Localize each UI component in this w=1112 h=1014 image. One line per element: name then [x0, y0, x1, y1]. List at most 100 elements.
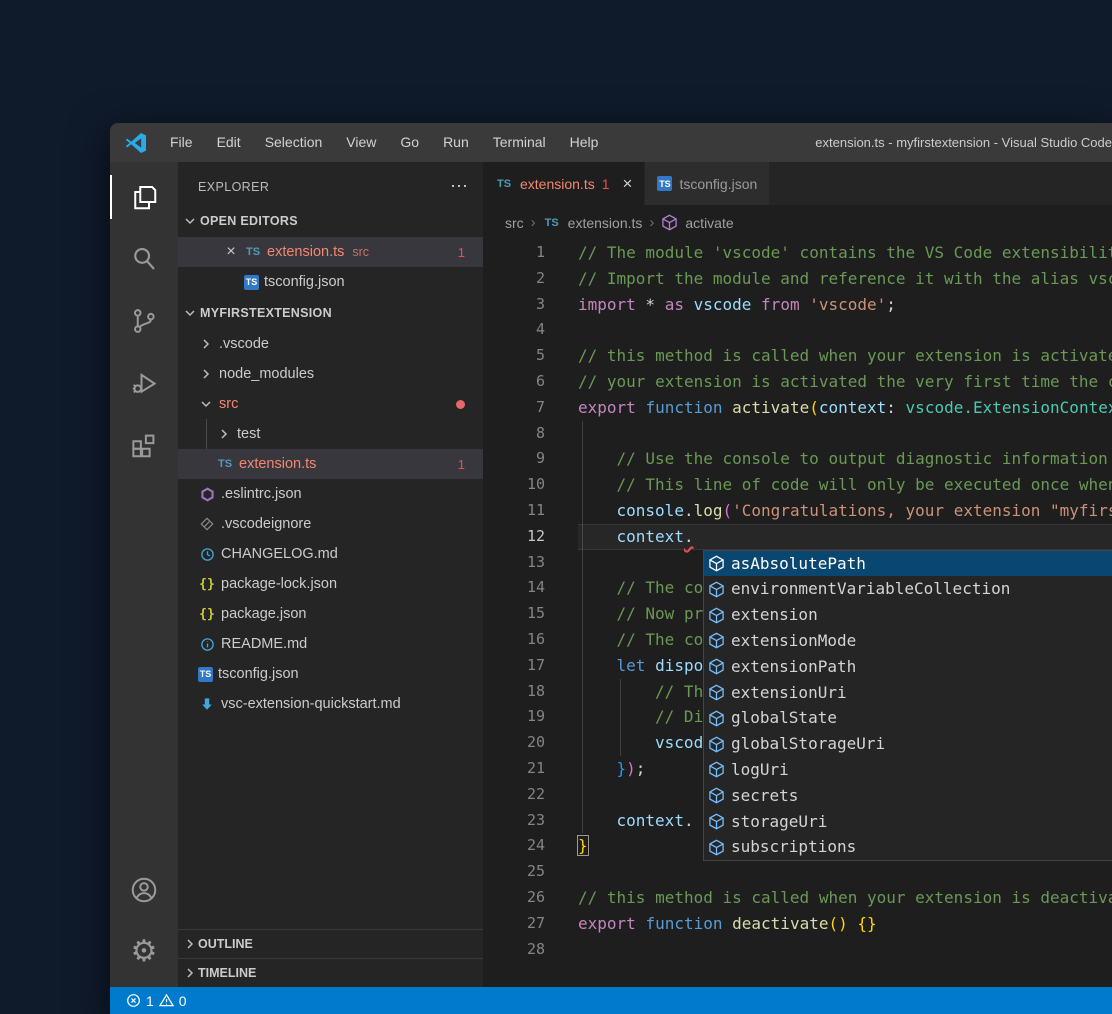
line-number[interactable]: 17: [483, 653, 545, 679]
explorer-more-actions-icon[interactable]: ⋯: [450, 176, 469, 197]
outline-section-header[interactable]: OUTLINE: [178, 929, 483, 958]
line-number[interactable]: 9: [483, 446, 545, 472]
code-line-10[interactable]: // This line of code will only be execut…: [578, 472, 1112, 498]
accounts-icon[interactable]: [110, 863, 178, 917]
menu-view[interactable]: View: [334, 123, 388, 162]
line-number[interactable]: 2: [483, 266, 545, 292]
code-line-8[interactable]: [578, 421, 1112, 447]
breadcrumb-symbol[interactable]: activate: [685, 215, 733, 231]
code-line-26[interactable]: // this method is called when your exten…: [578, 885, 1112, 911]
settings-gear-icon[interactable]: ⚙: [110, 925, 178, 979]
suggest-item-globalState[interactable]: globalState: [704, 705, 1112, 731]
suggest-item-storageUri[interactable]: storageUri: [704, 809, 1112, 835]
menu-help[interactable]: Help: [558, 123, 611, 162]
code-line-2[interactable]: // Import the module and reference it wi…: [578, 266, 1112, 292]
tree-item-vsc-extension-quickstart.md[interactable]: vsc-extension-quickstart.md: [178, 689, 483, 719]
line-number[interactable]: 14: [483, 575, 545, 601]
line-number-gutter[interactable]: 1234567891011121314151617181920212223242…: [483, 240, 578, 962]
line-number[interactable]: 18: [483, 679, 545, 705]
suggest-item-extensionMode[interactable]: extensionMode: [704, 628, 1112, 654]
line-number[interactable]: 12: [483, 524, 545, 550]
code-line-5[interactable]: // this method is called when your exten…: [578, 343, 1112, 369]
line-number[interactable]: 1: [483, 240, 545, 266]
menu-run[interactable]: Run: [431, 123, 481, 162]
menu-terminal[interactable]: Terminal: [481, 123, 558, 162]
close-tab-icon[interactable]: ×: [623, 174, 633, 194]
code-line-9[interactable]: // Use the console to output diagnostic …: [578, 446, 1112, 472]
suggest-item-extensionPath[interactable]: extensionPath: [704, 654, 1112, 680]
line-number[interactable]: 25: [483, 859, 545, 885]
breadcrumb-file[interactable]: extension.ts: [568, 215, 643, 231]
timeline-section-header[interactable]: TIMELINE: [178, 958, 483, 987]
tree-item-.vscode[interactable]: .vscode: [178, 329, 483, 359]
code-line-25[interactable]: [578, 859, 1112, 885]
tab-tsconfig-json[interactable]: TS tsconfig.json: [644, 162, 769, 205]
menu-go[interactable]: Go: [388, 123, 431, 162]
extensions-icon[interactable]: [110, 418, 178, 472]
line-number[interactable]: 11: [483, 498, 545, 524]
explorer-icon[interactable]: [110, 170, 178, 224]
tree-item-CHANGELOG.md[interactable]: CHANGELOG.md: [178, 539, 483, 569]
tree-item-.eslintrc.json[interactable]: .eslintrc.json: [178, 479, 483, 509]
line-number[interactable]: 20: [483, 730, 545, 756]
line-number[interactable]: 21: [483, 756, 545, 782]
line-number[interactable]: 22: [483, 782, 545, 808]
suggest-item-extension[interactable]: extension: [704, 602, 1112, 628]
line-number[interactable]: 28: [483, 937, 545, 963]
run-and-debug-icon[interactable]: [110, 356, 178, 410]
code-line-6[interactable]: // your extension is activated the very …: [578, 369, 1112, 395]
code-line-12[interactable]: context.: [578, 524, 1112, 550]
breadcrumb-src[interactable]: src: [505, 215, 524, 231]
line-number[interactable]: 7: [483, 395, 545, 421]
source-control-icon[interactable]: [110, 294, 178, 348]
tree-item-node_modules[interactable]: node_modules: [178, 359, 483, 389]
menu-file[interactable]: File: [158, 123, 205, 162]
suggest-item-logUri[interactable]: logUri: [704, 757, 1112, 783]
line-number[interactable]: 19: [483, 704, 545, 730]
line-number[interactable]: 10: [483, 472, 545, 498]
line-number[interactable]: 13: [483, 550, 545, 576]
code-line-7[interactable]: export function activate(context: vscode…: [578, 395, 1112, 421]
line-number[interactable]: 15: [483, 601, 545, 627]
suggest-item-environmentVariableCollection[interactable]: environmentVariableCollection: [704, 576, 1112, 602]
search-icon[interactable]: [110, 232, 178, 286]
tree-item-src[interactable]: src: [178, 389, 483, 419]
suggest-item-asAbsolutePath[interactable]: asAbsolutePath: [704, 551, 1112, 577]
code-line-11[interactable]: console.log('Congratulations, your exten…: [578, 498, 1112, 524]
line-number[interactable]: 3: [483, 292, 545, 318]
open-editor-tsconfig.json[interactable]: TStsconfig.json: [178, 267, 483, 297]
close-editor-icon[interactable]: ×: [222, 243, 240, 261]
open-editors-header[interactable]: OPEN EDITORS: [178, 205, 483, 237]
tree-item-package-lock.json[interactable]: {}package-lock.json: [178, 569, 483, 599]
line-number[interactable]: 16: [483, 627, 545, 653]
code-line-3[interactable]: import * as vscode from 'vscode';: [578, 292, 1112, 318]
line-number[interactable]: 8: [483, 421, 545, 447]
line-number[interactable]: 6: [483, 369, 545, 395]
code-line-28[interactable]: [578, 937, 1112, 963]
tree-item-test[interactable]: test: [178, 419, 483, 449]
open-editor-extension.ts[interactable]: ×TSextension.tssrc1: [178, 237, 483, 267]
code-editor[interactable]: 1234567891011121314151617181920212223242…: [483, 240, 1112, 987]
suggest-item-secrets[interactable]: secrets: [704, 783, 1112, 809]
suggest-item-subscriptions[interactable]: subscriptions: [704, 834, 1112, 860]
code-line-4[interactable]: [578, 317, 1112, 343]
tree-item-package.json[interactable]: {}package.json: [178, 599, 483, 629]
line-number[interactable]: 24: [483, 833, 545, 859]
line-number[interactable]: 5: [483, 343, 545, 369]
tree-item-extension.ts[interactable]: TSextension.ts1: [178, 449, 483, 479]
problems-indicator[interactable]: 1 0: [122, 993, 191, 1009]
menu-selection[interactable]: Selection: [253, 123, 335, 162]
code-line-1[interactable]: // The module 'vscode' contains the VS C…: [578, 240, 1112, 266]
project-root-header[interactable]: MYFIRSTEXTENSION: [178, 297, 483, 329]
tab-extension-ts[interactable]: TS extension.ts 1 ×: [483, 162, 644, 205]
menu-edit[interactable]: Edit: [205, 123, 253, 162]
tree-item-README.md[interactable]: README.md: [178, 629, 483, 659]
tree-item-tsconfig.json[interactable]: TStsconfig.json: [178, 659, 483, 689]
line-number[interactable]: 4: [483, 317, 545, 343]
suggest-item-globalStorageUri[interactable]: globalStorageUri: [704, 731, 1112, 757]
suggest-item-extensionUri[interactable]: extensionUri: [704, 680, 1112, 706]
line-number[interactable]: 27: [483, 911, 545, 937]
tree-item-.vscodeignore[interactable]: .vscodeignore: [178, 509, 483, 539]
line-number[interactable]: 26: [483, 885, 545, 911]
line-number[interactable]: 23: [483, 808, 545, 834]
